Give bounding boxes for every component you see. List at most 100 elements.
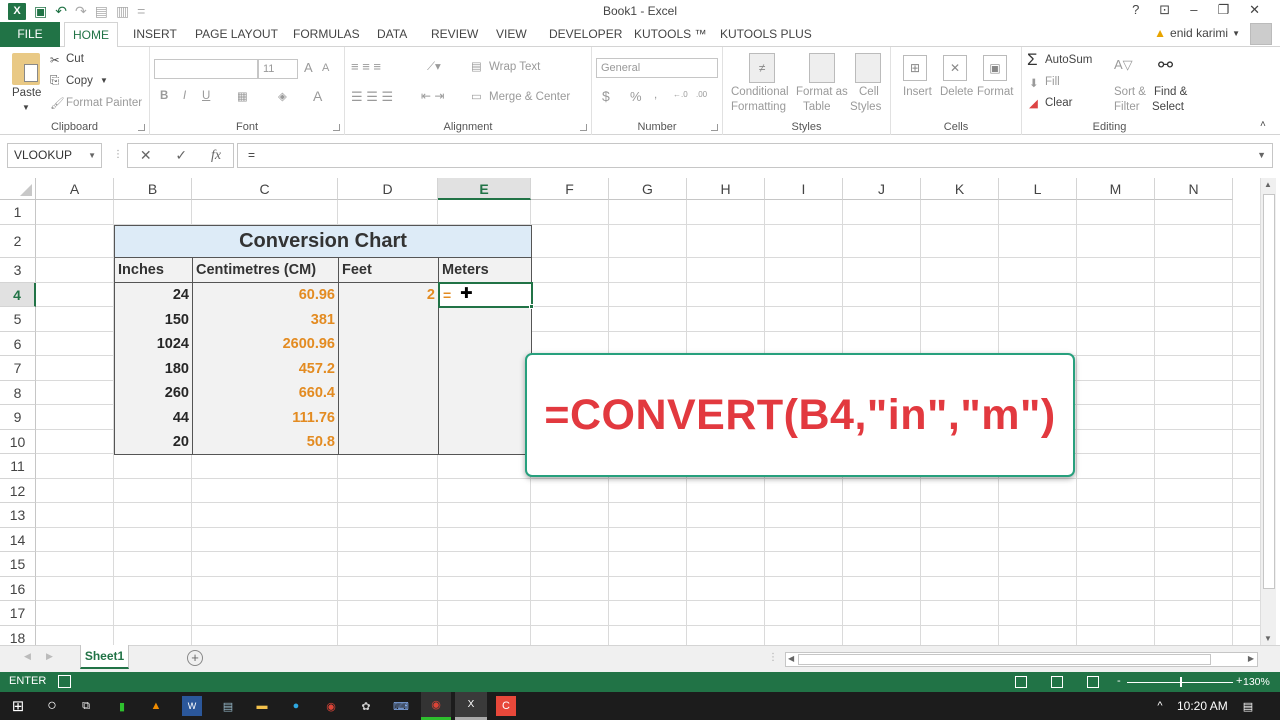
tab-file[interactable]: FILE <box>0 22 60 47</box>
fill-button[interactable]: Fill <box>1045 76 1060 88</box>
clear-button[interactable]: Clear <box>1045 97 1072 109</box>
notepad-icon[interactable]: ▤ <box>218 696 238 716</box>
cell-meters[interactable] <box>438 332 532 357</box>
row-header-14[interactable]: 14 <box>0 528 36 552</box>
row-header-5[interactable]: 5 <box>0 307 36 332</box>
clipboard-launcher-icon[interactable] <box>138 124 145 131</box>
enter-icon[interactable]: ✓ <box>175 147 187 164</box>
column-header-i[interactable]: I <box>765 178 843 200</box>
chrome-active-icon[interactable]: ◉ <box>421 692 451 720</box>
next-sheet-icon[interactable]: ▶ <box>46 651 53 662</box>
row-header-15[interactable]: 15 <box>0 552 36 577</box>
action-center-icon[interactable]: ▤ <box>1238 696 1258 716</box>
vlc-icon[interactable]: ▲ <box>146 696 166 716</box>
tab-developer[interactable]: DEVELOPER <box>541 22 630 47</box>
format-cells-button[interactable]: Format <box>977 86 1013 98</box>
insert-cells-button[interactable]: Insert <box>903 86 932 98</box>
row-header-6[interactable]: 6 <box>0 332 36 356</box>
keyboard-icon[interactable]: ⌨ <box>391 696 411 716</box>
app-icon[interactable]: ✿ <box>356 696 376 716</box>
cell-inches[interactable]: 44 <box>114 405 193 431</box>
cell-inches[interactable]: 24 <box>114 283 193 308</box>
cell-meters[interactable] <box>438 307 532 333</box>
minimize-icon[interactable]: – <box>1190 2 1197 18</box>
currency-button[interactable]: $ <box>602 88 610 104</box>
file-explorer-icon[interactable]: ▬ <box>252 696 272 716</box>
row-header-18[interactable]: 18 <box>0 626 36 645</box>
help-icon[interactable]: ? <box>1132 2 1139 18</box>
cell-cm[interactable]: 457.2 <box>192 356 339 382</box>
row-header-16[interactable]: 16 <box>0 577 36 601</box>
zoom-level[interactable]: 130% <box>1243 676 1270 688</box>
scroll-up-icon[interactable]: ▲ <box>1261 180 1275 189</box>
cell-inches[interactable]: 180 <box>114 356 193 382</box>
borders-icon[interactable]: ▦ <box>237 89 248 103</box>
format-painter-button[interactable]: Format Painter <box>66 97 142 109</box>
insert-cells-icon[interactable]: ⊞ <box>903 55 927 81</box>
row-header-9[interactable]: 9 <box>0 405 36 430</box>
row-header-13[interactable]: 13 <box>0 503 36 528</box>
formula-input[interactable]: = ▼ <box>237 143 1273 168</box>
underline-button[interactable]: U <box>202 90 210 102</box>
row-header-11[interactable]: 11 <box>0 454 36 479</box>
cell-feet[interactable] <box>338 307 439 333</box>
font-size-dropdown[interactable]: 11 <box>258 59 298 79</box>
row-header-2[interactable]: 2 <box>0 225 36 258</box>
select-all-button[interactable] <box>0 178 36 200</box>
prev-sheet-icon[interactable]: ◀ <box>24 651 31 662</box>
chrome-icon[interactable]: ◉ <box>321 696 341 716</box>
decrease-decimal-button[interactable]: .00 <box>696 90 707 99</box>
cut-button[interactable]: Cut <box>66 53 84 65</box>
row-header-12[interactable]: 12 <box>0 479 36 503</box>
find-select-button[interactable]: Find & <box>1154 86 1187 98</box>
cell-cm[interactable]: 660.4 <box>192 381 339 406</box>
scroll-down-icon[interactable]: ▼ <box>1261 634 1275 643</box>
comma-button[interactable]: , <box>654 89 657 101</box>
tab-formulas[interactable]: FORMULAS <box>285 22 368 47</box>
row-header-7[interactable]: 7 <box>0 356 36 381</box>
find-select-label-2[interactable]: Select <box>1152 101 1184 113</box>
format-cells-icon[interactable]: ▣ <box>983 55 1007 81</box>
number-launcher-icon[interactable] <box>711 124 718 131</box>
cancel-icon[interactable]: ✕ <box>140 147 152 164</box>
copy-dropdown-icon[interactable]: ▼ <box>100 76 108 85</box>
font-launcher-icon[interactable] <box>333 124 340 131</box>
autosum-button[interactable]: AutoSum <box>1045 54 1092 66</box>
cell-styles-label-2[interactable]: Styles <box>850 101 881 113</box>
windows-start-icon[interactable]: ⊞ <box>8 696 28 716</box>
cell-cm[interactable]: 2600.96 <box>192 332 339 357</box>
excel-taskbar-icon[interactable]: X <box>455 692 487 720</box>
tray-chevron-icon[interactable]: ^ <box>1150 696 1170 716</box>
cortana-search-icon[interactable]: ○ <box>42 696 62 716</box>
merge-center-icon[interactable]: ▭ <box>471 89 482 103</box>
column-header-k[interactable]: K <box>921 178 999 200</box>
tab-view[interactable]: VIEW <box>488 22 535 47</box>
scroll-right-icon[interactable]: ▶ <box>1248 654 1254 663</box>
font-name-dropdown[interactable] <box>154 59 258 79</box>
conditional-formatting-label-2[interactable]: Formatting <box>731 101 786 113</box>
tab-kutools[interactable]: KUTOOLS ™ <box>626 22 714 47</box>
column-header-d[interactable]: D <box>338 178 438 200</box>
cell-inches[interactable]: 1024 <box>114 332 193 357</box>
tab-home[interactable]: HOME <box>64 22 118 48</box>
cell-meters[interactable] <box>438 381 532 406</box>
chevron-down-icon[interactable]: ▼ <box>88 144 96 167</box>
macro-record-icon[interactable] <box>58 675 71 688</box>
row-header-10[interactable]: 10 <box>0 430 36 454</box>
header-inches[interactable]: Inches <box>114 258 193 283</box>
bold-button[interactable]: B <box>160 90 168 102</box>
cell-cm[interactable]: 60.96 <box>192 283 339 308</box>
column-header-b[interactable]: B <box>114 178 192 200</box>
conditional-formatting-icon[interactable]: ≠ <box>749 53 775 83</box>
wrap-text-icon[interactable]: ▤ <box>471 59 482 73</box>
grow-font-button[interactable]: A <box>304 60 313 75</box>
clock[interactable]: 10:20 AM <box>1177 699 1228 713</box>
header-centimetres[interactable]: Centimetres (CM) <box>192 258 339 283</box>
paste-button[interactable]: Paste <box>12 87 41 99</box>
table-title[interactable]: Conversion Chart <box>114 225 532 258</box>
cell-feet[interactable] <box>338 356 439 382</box>
column-header-g[interactable]: G <box>609 178 687 200</box>
indent-icon[interactable]: ⇤ ⇥ <box>421 89 444 103</box>
column-header-n[interactable]: N <box>1155 178 1233 200</box>
collapse-ribbon-icon[interactable]: ˄ <box>1260 119 1266 130</box>
